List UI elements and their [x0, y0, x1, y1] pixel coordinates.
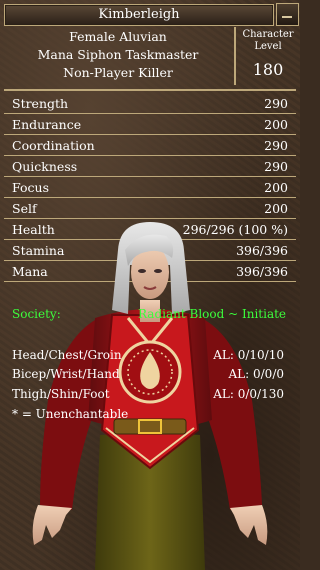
minimize-button[interactable] — [276, 3, 299, 26]
society-value: Radiant Blood ~ Initiate — [138, 307, 287, 321]
level-label-line2: Level — [254, 41, 282, 52]
stat-row-coordination[interactable]: Coordination 290 — [4, 136, 296, 156]
stat-value: 200 — [264, 180, 288, 195]
unenchantable-note: * = Unenchantable — [12, 407, 129, 421]
level-value: 180 — [252, 60, 284, 79]
stat-row-focus[interactable]: Focus 200 — [4, 178, 296, 198]
stat-value: 200 — [264, 117, 288, 132]
stat-row-quickness[interactable]: Quickness 290 — [4, 157, 296, 177]
armor-label-head: Head/Chest/Groin — [12, 348, 122, 362]
window-title: Kimberleigh — [4, 4, 274, 26]
stat-name: Endurance — [12, 117, 82, 132]
stat-row-endurance[interactable]: Endurance 200 — [4, 115, 296, 135]
gender-race: Female Aluvian — [69, 29, 167, 44]
stat-value: 290 — [264, 138, 288, 153]
level-label-line1: Character — [242, 29, 294, 40]
armor-label-bicep: Bicep/Wrist/Hand — [12, 367, 120, 381]
header-divider — [234, 27, 236, 85]
minimize-icon — [282, 16, 292, 18]
stat-name: Strength — [12, 96, 69, 111]
stat-name: Focus — [12, 180, 49, 195]
character-title: Mana Siphon Taskmaster — [37, 47, 199, 62]
character-header: Female Aluvian Mana Siphon Taskmaster No… — [4, 26, 296, 86]
armor-value-bicep: AL: 0/0/0 — [228, 367, 284, 381]
armor-label-thigh: Thigh/Shin/Foot — [12, 387, 110, 401]
level-label: Character Level — [238, 29, 298, 53]
armor-value-thigh: AL: 0/0/130 — [213, 387, 284, 401]
stat-name: Quickness — [12, 159, 78, 174]
stat-name: Coordination — [12, 138, 95, 153]
character-info-panel: Kimberleigh Female Aluvian Mana Siphon T… — [0, 0, 300, 570]
society-label: Society: — [12, 307, 61, 321]
stat-row-strength[interactable]: Strength 290 — [4, 94, 296, 114]
stat-value: 290 — [264, 159, 288, 174]
divider — [4, 89, 296, 91]
pk-status: Non-Player Killer — [63, 65, 173, 80]
armor-value-head: AL: 0/10/10 — [213, 348, 284, 362]
stat-value: 290 — [264, 96, 288, 111]
